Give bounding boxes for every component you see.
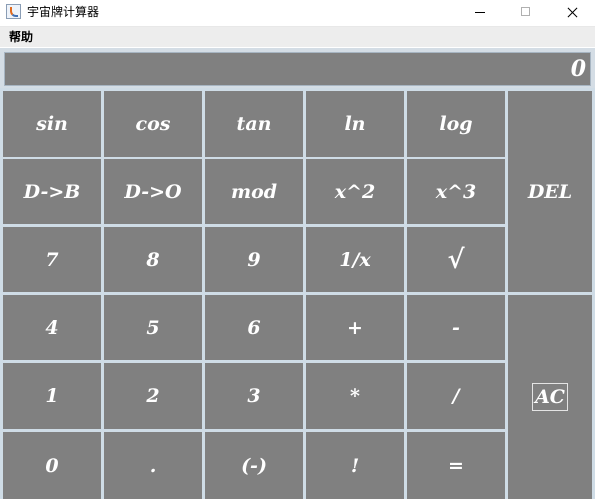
dec-to-oct-button[interactable]: D->O [104, 159, 202, 224]
all-clear-label: AC [532, 383, 568, 411]
digit-0-button[interactable]: 0 [3, 432, 101, 499]
digit-3-button[interactable]: 3 [205, 363, 303, 429]
reciprocal-button[interactable]: 1/x [306, 227, 404, 292]
digit-4-button[interactable]: 4 [3, 295, 101, 360]
keypad: sin cos tan ln log D->B D->O mod x^2 x^3… [0, 88, 595, 499]
digit-2-button[interactable]: 2 [104, 363, 202, 429]
digit-8-button[interactable]: 8 [104, 227, 202, 292]
digit-7-button[interactable]: 7 [3, 227, 101, 292]
dec-to-bin-button[interactable]: D->B [3, 159, 101, 224]
tan-button[interactable]: tan [205, 91, 303, 157]
window-title: 宇宙牌计算器 [27, 5, 100, 19]
java-app-icon [6, 4, 21, 19]
log-button[interactable]: log [407, 91, 505, 157]
minimize-button[interactable] [457, 0, 503, 26]
digit-1-button[interactable]: 1 [3, 363, 101, 429]
plus-button[interactable]: + [306, 295, 404, 360]
cube-button[interactable]: x^3 [407, 159, 505, 224]
square-root-button[interactable]: √ [407, 227, 505, 292]
menu-bar: 帮助 [0, 27, 595, 47]
mod-button[interactable]: mod [205, 159, 303, 224]
digit-5-button[interactable]: 5 [104, 295, 202, 360]
close-button[interactable] [549, 0, 595, 26]
all-clear-button[interactable]: AC [508, 295, 592, 499]
decimal-point-button[interactable]: . [104, 432, 202, 499]
equals-button[interactable]: = [407, 432, 505, 499]
square-button[interactable]: x^2 [306, 159, 404, 224]
multiply-button[interactable]: * [306, 363, 404, 429]
maximize-button[interactable] [503, 0, 549, 26]
delete-button[interactable]: DEL [508, 91, 592, 292]
negate-button[interactable]: (-) [205, 432, 303, 499]
minus-button[interactable]: - [407, 295, 505, 360]
digit-9-button[interactable]: 9 [205, 227, 303, 292]
sin-button[interactable]: sin [3, 91, 101, 157]
factorial-button[interactable]: ! [306, 432, 404, 499]
result-display[interactable]: 0 [4, 52, 591, 86]
cos-button[interactable]: cos [104, 91, 202, 157]
title-bar: 宇宙牌计算器 [0, 0, 595, 27]
divide-button[interactable]: / [407, 363, 505, 429]
digit-6-button[interactable]: 6 [205, 295, 303, 360]
menu-help[interactable]: 帮助 [8, 29, 34, 45]
ln-button[interactable]: ln [306, 91, 404, 157]
display-panel: 0 [0, 48, 595, 90]
